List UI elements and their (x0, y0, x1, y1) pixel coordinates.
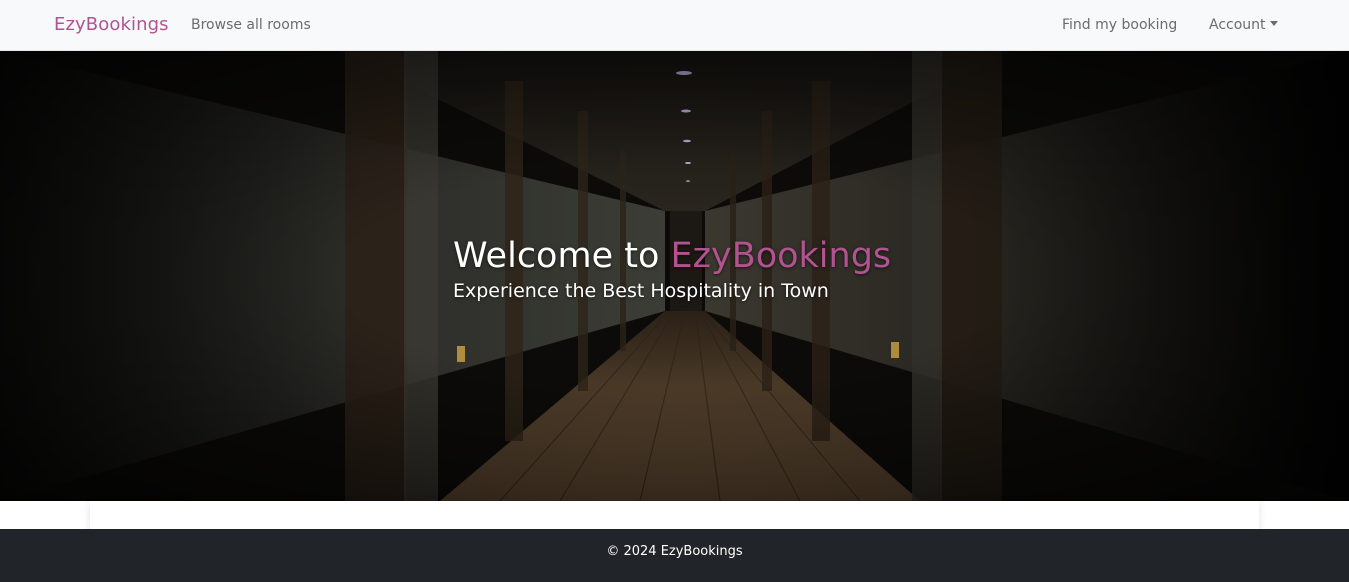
hero-text-block: Welcome to EzyBookings Experience the Be… (453, 234, 891, 304)
hero-banner: Welcome to EzyBookings Experience the Be… (0, 51, 1349, 501)
hero-title: Welcome to EzyBookings (453, 234, 891, 278)
main-content-card (90, 501, 1259, 529)
nav-browse-rooms-link[interactable]: Browse all rooms (191, 17, 311, 33)
hero-title-brand: EzyBookings (670, 236, 892, 276)
top-navbar: EzyBookings Browse all rooms Find my boo… (0, 0, 1349, 51)
footer-copyright: © 2024 EzyBookings (606, 544, 743, 559)
brand-logo-link[interactable]: EzyBookings (54, 14, 169, 35)
account-dropdown-toggle[interactable]: Account (1209, 17, 1278, 33)
account-label: Account (1209, 17, 1266, 33)
page-footer: © 2024 EzyBookings (0, 529, 1349, 582)
hero-title-prefix: Welcome to (453, 236, 671, 276)
caret-down-icon (1269, 21, 1278, 26)
hero-subtitle: Experience the Best Hospitality in Town (453, 280, 829, 302)
nav-find-booking-link[interactable]: Find my booking (1062, 17, 1177, 33)
